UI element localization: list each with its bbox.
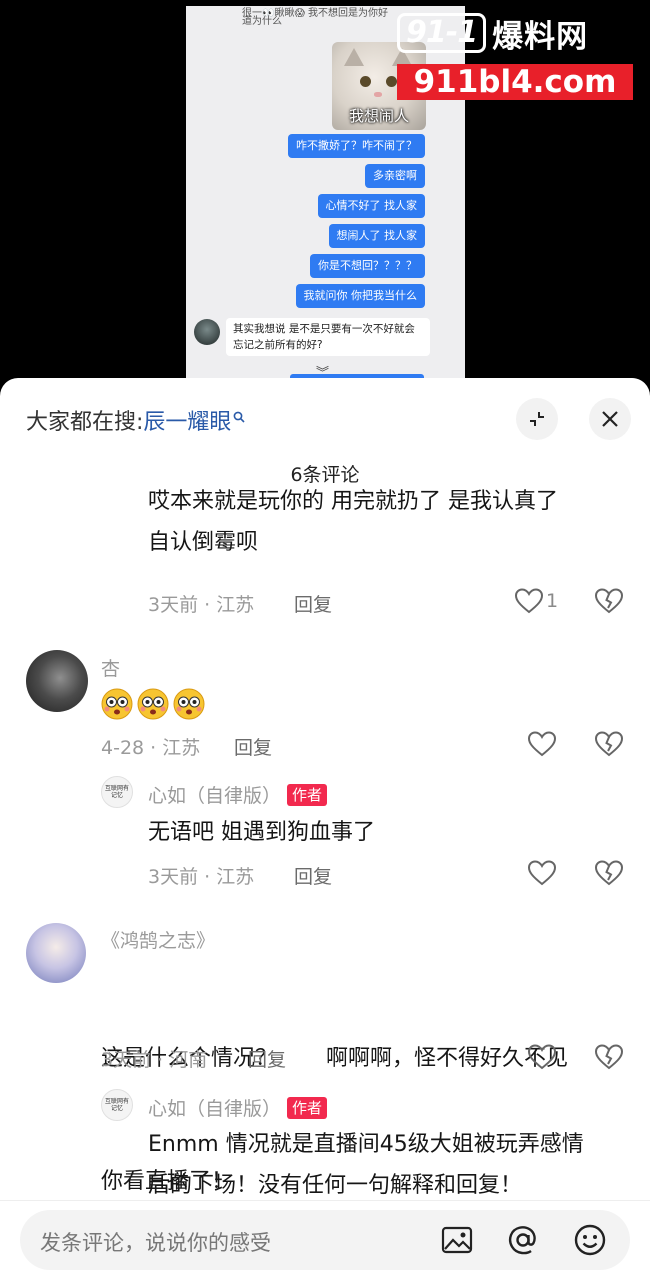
author-badge: 作者 xyxy=(287,784,328,806)
chat-bubble-mine: 想闹人了 找人家 xyxy=(328,224,425,248)
chat-bubble-mine: 多亲密啊 xyxy=(365,164,425,188)
like-heart-icon[interactable] xyxy=(527,730,557,758)
mention-at-icon[interactable] xyxy=(506,1223,540,1257)
comment-text: 无语吧 姐遇到狗血事了 xyxy=(148,820,375,845)
user-avatar[interactable] xyxy=(26,923,86,983)
search-prefix: 大家都在搜: xyxy=(26,410,144,435)
reply-button[interactable]: 回复 xyxy=(294,862,332,889)
collapse-icon xyxy=(530,412,544,426)
chat-bubble-other: 其实我想说 是不是只要有一次不好就会忘记之前所有的好? xyxy=(226,318,430,356)
dislike-broken-heart-icon[interactable] xyxy=(594,1043,624,1071)
sticker-caption: 我想闹人 xyxy=(348,107,409,125)
reply-button[interactable]: 回复 xyxy=(294,590,332,617)
watermark-url: 911bl4.com xyxy=(397,64,633,100)
author-avatar[interactable]: 互联网有记忆 xyxy=(101,1089,133,1121)
chat-bubble-mine: 我就问你 你把我当什么 xyxy=(295,284,425,308)
like-count: 1 xyxy=(546,590,559,612)
video-area[interactable]: 很一👀瞅瞅😱 我不想回是为你好 道为什么 我想闹人 咋不撒娇了？咋不闹了？ 多亲… xyxy=(0,0,650,400)
trending-search[interactable]: 大家都在搜:辰一耀眼 xyxy=(26,404,246,436)
comment-input-bar: 发条评论，说说你的感受 xyxy=(0,1200,650,1280)
author-avatar[interactable]: 互联网有记忆 xyxy=(101,776,133,808)
flushed-emoji-icon xyxy=(101,688,133,720)
flushed-emoji-icon xyxy=(137,688,169,720)
chat-bubble-mine: 心情不好了 找人家 xyxy=(317,194,425,218)
comment-input-placeholder: 发条评论，说说你的感受 xyxy=(40,1231,271,1255)
chat-note: 道为什么 xyxy=(242,16,282,27)
comment-meta: 3天前 · 江苏 xyxy=(148,594,255,616)
like-heart-icon[interactable] xyxy=(527,859,557,887)
user-avatar[interactable] xyxy=(26,650,88,712)
close-button[interactable] xyxy=(589,398,631,440)
search-icon xyxy=(233,404,246,429)
comment-meta: 3天前 · 江苏 xyxy=(148,866,255,888)
dislike-broken-heart-icon[interactable] xyxy=(594,587,624,615)
chat-avatar xyxy=(194,319,220,345)
username[interactable]: 心如（自律版） 作者 xyxy=(148,1094,328,1121)
dislike-broken-heart-icon[interactable] xyxy=(594,859,624,887)
comment-sheet: 大家都在搜:辰一耀眼 6条评论 哎本来就是玩你的 用完就扔了 是我认真了 自认倒… xyxy=(0,378,650,1280)
username[interactable]: 心如（自律版） 作者 xyxy=(148,781,328,808)
watermark-badge: 91-1 xyxy=(397,13,487,53)
chat-bubble-mine: 你是不想回？？？？ xyxy=(310,254,425,278)
comment-text: Enmm 情况就是直播间45级大姐被玩弄感情 后的下场！没有任何一句解释和回复！ xyxy=(148,1132,584,1198)
emoji-picker-icon[interactable] xyxy=(573,1223,607,1257)
reply-button[interactable]: 回复 xyxy=(248,1045,286,1072)
author-badge: 作者 xyxy=(287,1097,328,1119)
close-icon xyxy=(602,411,618,427)
comment-text: 哎本来就是玩你的 用完就扔了 是我认真了 自认倒霉呗 xyxy=(148,489,558,555)
reply-button[interactable]: 回复 xyxy=(234,733,272,760)
search-term-link[interactable]: 辰一耀眼 xyxy=(143,410,231,435)
comment-input[interactable]: 发条评论，说说你的感受 xyxy=(20,1210,630,1270)
flushed-emoji-icon xyxy=(173,688,205,720)
username[interactable]: 《鸿鹄之志》 xyxy=(101,926,215,953)
chat-bubble-mine: 咋不撒娇了？咋不闹了？ xyxy=(288,134,425,158)
like-heart-icon[interactable] xyxy=(527,1043,557,1071)
image-picker-icon[interactable] xyxy=(440,1223,474,1257)
watermark-title: 爆料网 xyxy=(492,18,589,55)
minimize-button[interactable] xyxy=(516,398,558,440)
comment-meta: 4-28 · 江苏 xyxy=(101,737,201,759)
like-heart-icon[interactable] xyxy=(514,587,544,615)
username[interactable]: 杏 xyxy=(101,654,120,681)
emoji-row xyxy=(101,688,209,724)
comment-meta: 3天前 · 河南 xyxy=(101,1049,208,1071)
dislike-broken-heart-icon[interactable] xyxy=(594,730,624,758)
watermark: 91-1 爆料网 911bl4.com xyxy=(395,10,637,102)
